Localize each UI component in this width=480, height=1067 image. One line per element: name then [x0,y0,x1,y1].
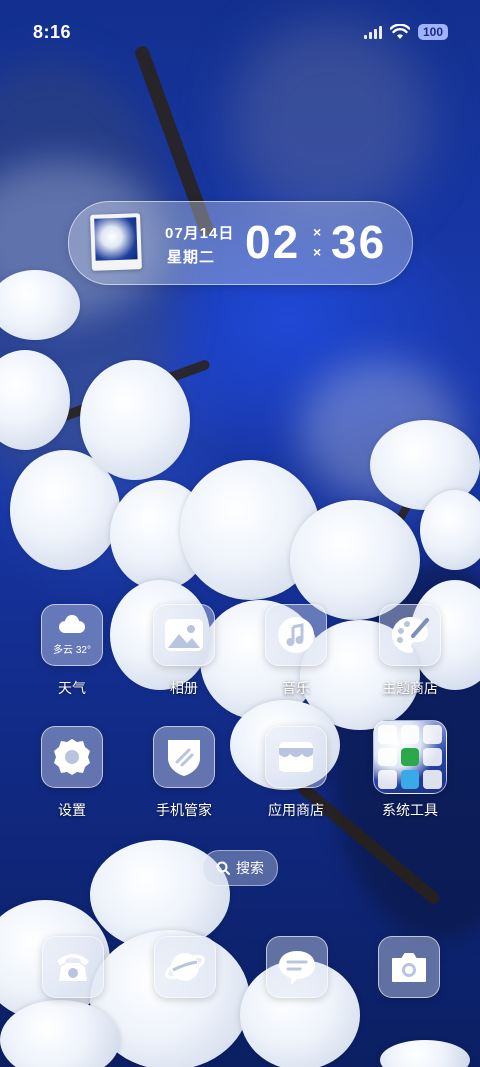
shield-icon [153,726,215,788]
widget-weekday: 星期二 [167,249,216,266]
dock-browser[interactable] [154,936,216,998]
app-store[interactable]: 应用商店 [246,726,346,820]
status-bar: 8:16 100 [0,0,480,66]
phone-icon [43,937,103,997]
app-label: 手机管家 [156,802,212,818]
dock-phone[interactable] [42,936,104,998]
folder-system-tools[interactable]: 系统工具 [360,720,460,820]
battery-indicator: 100 [417,24,448,40]
palette-icon [379,604,441,666]
app-themes[interactable]: 主题商店 [360,604,460,698]
message-icon [267,937,327,997]
camera-icon [379,937,439,997]
gear-icon [41,726,103,788]
app-label: 主题商店 [382,680,438,696]
music-icon [265,604,327,666]
dock-camera[interactable] [378,936,440,998]
clock-widget[interactable]: 07月14日 星期二 02 × × 36 [68,201,413,285]
weather-icon: 多云 32° [41,604,103,666]
weather-detail: 多云 32° [53,645,91,656]
app-label: 应用商店 [268,802,324,818]
search-icon [216,861,230,875]
widget-minutes: 36 [331,216,387,268]
widget-separator-icon: × × [313,224,322,260]
app-security[interactable]: 手机管家 [134,726,234,820]
app-label: 天气 [58,680,86,696]
app-gallery[interactable]: 相册 [134,604,234,698]
signal-icon [363,25,382,39]
widget-hours: 02 [245,216,301,268]
status-time: 8:16 [33,22,72,42]
widget-photo [90,213,142,271]
wallpaper [0,0,480,1067]
dock-messages[interactable] [266,936,328,998]
app-label: 音乐 [282,680,310,696]
app-label: 系统工具 [382,802,438,818]
app-settings[interactable]: 设置 [22,726,122,820]
app-music[interactable]: 音乐 [246,604,346,698]
widget-date: 07月14日 [165,225,235,242]
search-label: 搜索 [236,860,264,876]
app-label: 相册 [170,680,198,696]
wifi-icon [389,24,410,39]
gallery-icon [153,604,215,666]
store-icon [265,726,327,788]
app-weather[interactable]: 多云 32° 天气 [22,604,122,698]
folder-icon [373,720,447,794]
browser-icon [155,937,215,997]
status-icons: 100 [363,24,448,40]
search-button[interactable]: 搜索 [202,850,278,886]
app-label: 设置 [58,802,86,818]
